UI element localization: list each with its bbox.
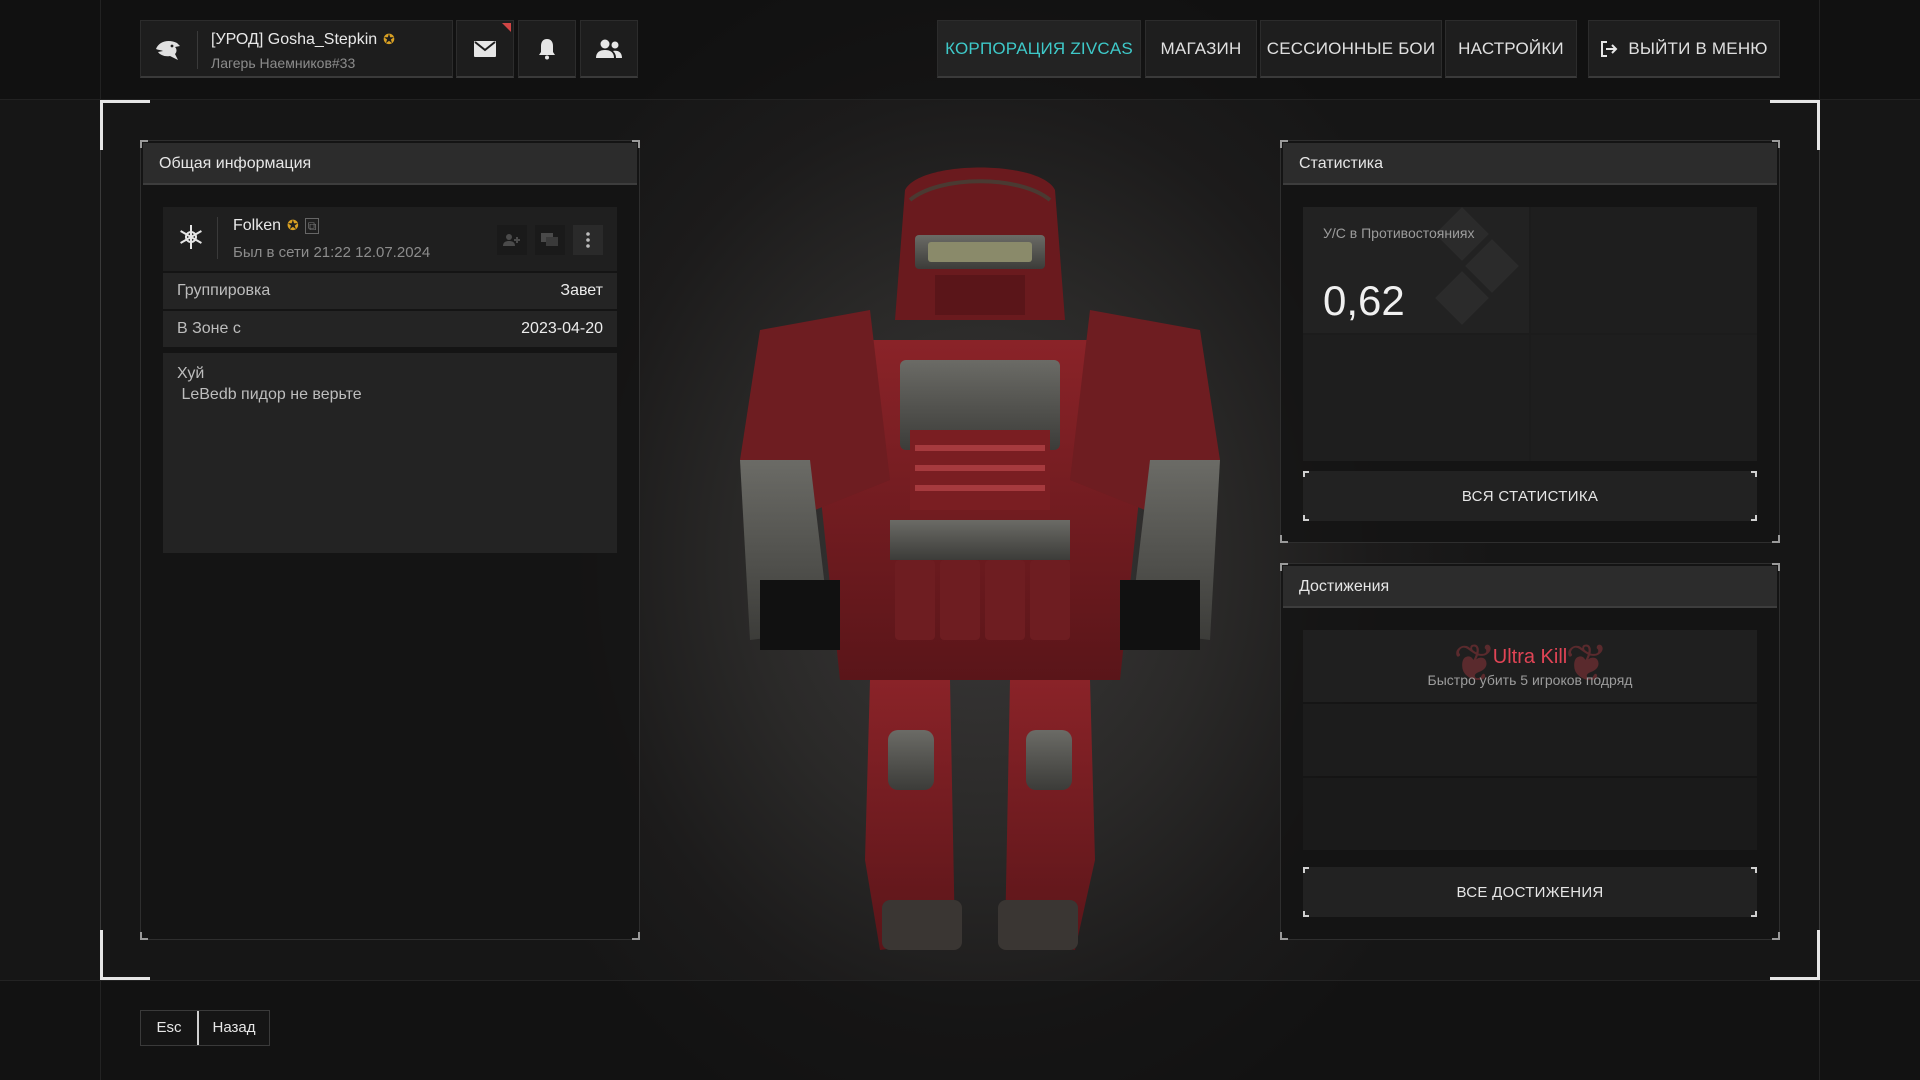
friends-button[interactable] [580,20,638,78]
stat-card-empty [1531,207,1757,333]
mail-button[interactable] [456,20,514,78]
nav-settings[interactable]: НАСТРОЙКИ [1445,20,1577,78]
snowflake-icon [175,221,207,253]
general-info-panel: Общая информация Folken ✪ ⧉ Был в сети 21:… [140,140,640,940]
notification-dot [502,23,511,32]
info-key: В Зоне с [177,320,241,337]
nav-corporation[interactable]: КОРПОРАЦИЯ ZIVCAS [937,20,1141,78]
esc-key: Esc [156,1019,182,1036]
divider [217,217,218,259]
panel-title: Статистика [1283,143,1777,185]
panel-corner [140,932,148,940]
nav-session-battles[interactable]: СЕССИОННЫЕ БОИ [1260,20,1442,78]
achievement-slot-empty [1303,704,1757,776]
stat-label: У/С в Противостояниях [1323,225,1475,241]
button-corner [1751,911,1757,917]
player-subtitle: Лагерь Наемников#33 [211,55,356,71]
stats-grid: У/С в Противостояниях 0,62 [1303,207,1757,461]
rank-badge-icon: ✪ [383,31,395,47]
more-vertical-icon [586,232,590,248]
copy-icon[interactable]: ⧉ [304,218,320,234]
add-friend-button[interactable] [497,225,527,255]
button-corner [1751,867,1757,873]
nav-shop[interactable]: МАГАЗИН [1145,20,1257,78]
bell-icon [539,38,555,59]
player-profile-button[interactable]: [УРОД] Gosha_Stepkin ✪ Лагерь Наемников#3… [140,20,453,78]
back-label: Назад [212,1019,256,1036]
character-model [720,160,1240,980]
panel-corner [1772,535,1780,543]
notifications-button[interactable] [518,20,576,78]
user-card: Folken ✪ ⧉ Был в сети 21:22 12.07.2024 [163,207,617,271]
info-row-faction: Группировка Завет [163,273,617,309]
info-row-zone-since: В Зоне с 2023-04-20 [163,311,617,347]
mail-icon [474,40,496,57]
achievement-description: Быстро убить 5 игроков подряд [1427,672,1633,688]
add-friend-icon [503,234,520,246]
panel-title: Достижения [1283,566,1777,608]
info-value: Завет [560,282,603,299]
about-text: Хуй LeBedb пидор не верьте [163,353,617,553]
bottom-bar [0,980,1920,1080]
frame-line-right [1819,0,1820,1080]
achievement-item[interactable]: ❦ ❦ Ultra Kill Быстро убить 5 игроков по… [1303,630,1757,702]
eagle-icon [149,31,187,69]
message-button[interactable] [535,225,565,255]
rank-badge-icon: ✪ [287,217,299,233]
divider [197,31,198,69]
button-label: ВСЯ СТАТИСТИКА [1461,487,1599,505]
about-line: LeBedb пидор не верьте [177,386,362,403]
player-name: [УРОД] Gosha_Stepkin ✪ [211,31,395,48]
all-achievements-button[interactable]: ВСЕ ДОСТИЖЕНИЯ [1303,867,1757,917]
button-corner [1751,471,1757,477]
button-corner [1303,515,1309,521]
button-corner [1303,911,1309,917]
achievements-panel: Достижения ❦ ❦ Ultra Kill Быстро убить 5… [1280,563,1780,940]
info-key: Группировка [177,282,271,299]
info-value: 2023-04-20 [521,320,603,337]
last-seen: Был в сети 21:22 12.07.2024 [233,244,431,261]
button-corner [1303,867,1309,873]
stat-value: 0,62 [1323,277,1405,324]
stat-card-empty [1303,335,1529,461]
button-corner [1303,471,1309,477]
exit-label: ВЫЙТИ В МЕНЮ [1628,38,1768,58]
stat-card-empty [1531,335,1757,461]
panel-corner [632,932,640,940]
achievement-slot-empty [1303,778,1757,850]
exit-icon [1600,40,1618,58]
all-stats-button[interactable]: ВСЯ СТАТИСТИКА [1303,471,1757,521]
frame-line-left [100,0,101,1080]
button-corner [1751,515,1757,521]
chat-icon [541,233,558,246]
stat-card-kd: У/С в Противостояниях 0,62 [1303,207,1529,333]
user-name: Folken ✪ ⧉ [233,217,320,235]
exit-to-menu-button[interactable]: ВЫЙТИ В МЕНЮ [1588,20,1780,78]
panel-corner [1772,932,1780,940]
statistics-panel: Статистика У/С в Противостояниях 0,62 ВС… [1280,140,1780,543]
about-line: Хуй [177,365,205,382]
achievement-title: Ultra Kill [1492,646,1568,668]
button-label: ВСЕ ДОСТИЖЕНИЯ [1456,883,1604,901]
panel-corner [1280,932,1288,940]
back-button[interactable]: Esc Назад [140,1010,270,1046]
panel-title: Общая информация [143,143,637,185]
friends-icon [596,39,622,58]
more-options-button[interactable] [573,225,603,255]
panel-corner [1280,535,1288,543]
